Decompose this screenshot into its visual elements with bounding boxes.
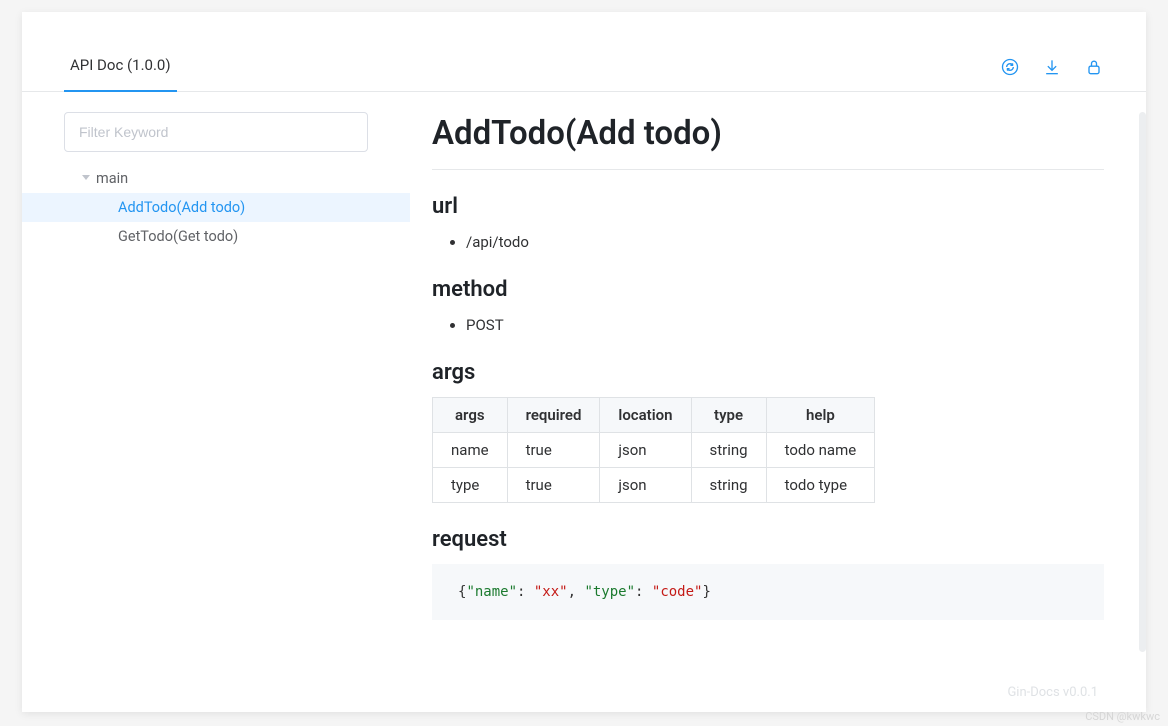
col-required: required [507, 398, 600, 433]
sidebar: main AddTodo(Add todo) GetTodo(Get todo) [22, 92, 410, 712]
cell: name [433, 433, 508, 468]
api-tree: main AddTodo(Add todo) GetTodo(Get todo) [22, 164, 410, 251]
app-card: API Doc (1.0.0) main AddTo [22, 12, 1146, 712]
cell: string [691, 468, 766, 503]
footer-version: Gin-Docs v0.0.1 [1007, 685, 1098, 700]
cell: todo type [766, 468, 875, 503]
col-type: type [691, 398, 766, 433]
refresh-icon[interactable] [1000, 57, 1020, 81]
table-row: type true json string todo type [433, 468, 875, 503]
col-args: args [433, 398, 508, 433]
tree-item-addtodo[interactable]: AddTodo(Add todo) [22, 193, 410, 222]
method-list: POST [432, 314, 1104, 336]
page-title: AddTodo(Add todo) [432, 114, 1104, 170]
cell: json [600, 468, 691, 503]
watermark: CSDN @kwkwc [1085, 710, 1160, 723]
args-table: args required location type help name tr… [432, 397, 875, 503]
cell: string [691, 433, 766, 468]
cell: true [507, 468, 600, 503]
col-location: location [600, 398, 691, 433]
section-heading-args: args [432, 360, 1104, 385]
tab-api-doc[interactable]: API Doc (1.0.0) [64, 56, 177, 92]
table-header-row: args required location type help [433, 398, 875, 433]
lock-icon[interactable] [1084, 57, 1104, 81]
tree-group-label: main [96, 170, 128, 187]
body: main AddTodo(Add todo) GetTodo(Get todo)… [22, 92, 1146, 712]
request-body: {"name": "xx", "type": "code"} [432, 564, 1104, 620]
table-row: name true json string todo name [433, 433, 875, 468]
filter-input[interactable] [64, 112, 368, 152]
cell: json [600, 433, 691, 468]
cell: true [507, 433, 600, 468]
url-list: /api/todo [432, 231, 1104, 253]
content: AddTodo(Add todo) url /api/todo method P… [410, 92, 1146, 712]
col-help: help [766, 398, 875, 433]
tree-group-main[interactable]: main [22, 164, 410, 193]
caret-down-icon [82, 175, 90, 180]
section-heading-method: method [432, 277, 1104, 302]
method-value: POST [466, 314, 1104, 336]
topbar: API Doc (1.0.0) [22, 12, 1146, 92]
scrollbar[interactable] [1139, 112, 1146, 652]
download-icon[interactable] [1042, 57, 1062, 81]
section-heading-url: url [432, 194, 1104, 219]
url-value: /api/todo [466, 231, 1104, 253]
section-heading-request: request [432, 527, 1104, 552]
cell: type [433, 468, 508, 503]
tree-item-gettodo[interactable]: GetTodo(Get todo) [22, 222, 410, 251]
cell: todo name [766, 433, 875, 468]
topbar-actions [1000, 57, 1104, 91]
